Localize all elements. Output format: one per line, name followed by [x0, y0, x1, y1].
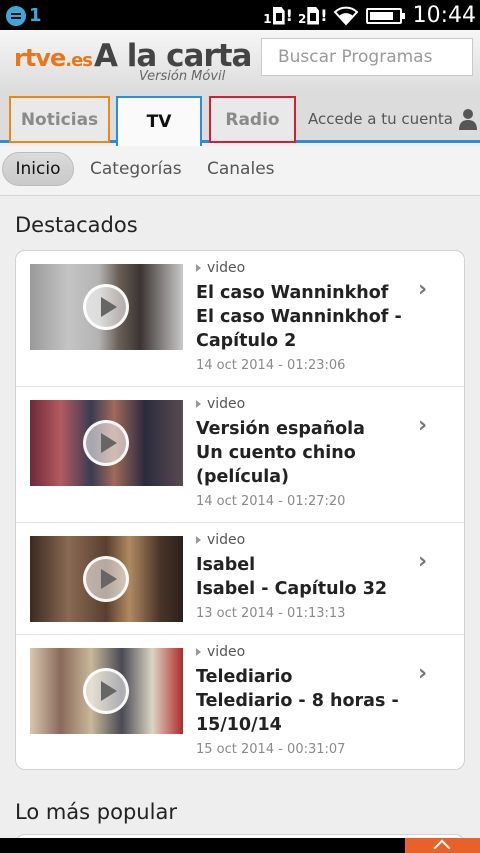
media-type: video [196, 396, 245, 412]
section-title-featured: Destacados [15, 213, 138, 237]
sub-navigation: Inicio Categorías Canales [0, 146, 480, 196]
media-type-icon [196, 648, 201, 656]
featured-list: video El caso Wanninkhof El caso Wannink… [15, 250, 465, 770]
logo-brand: rtve.es [14, 44, 93, 72]
program-name: Versión española [196, 419, 365, 439]
media-type: video [196, 644, 245, 660]
item-title: Versión española Un cuento chino (pelícu… [196, 417, 416, 489]
scroll-to-top-button[interactable] [405, 838, 480, 853]
status-icons: 1 ! 2 ! 10:44 [263, 3, 476, 28]
media-type-label: video [207, 396, 246, 412]
play-icon [83, 284, 129, 330]
media-type: video [196, 532, 245, 548]
item-title: Isabel Isabel - Capítulo 32 [196, 553, 416, 601]
sim-card-icon [307, 6, 320, 25]
media-type-icon [196, 264, 201, 272]
episode-title-cont: 15/10/14 [196, 715, 282, 735]
chevron-right-icon: › [418, 277, 428, 302]
media-type-icon [196, 400, 201, 408]
tab-noticias[interactable]: Noticias [9, 96, 110, 143]
episode-title-cont: (película) [196, 467, 290, 487]
list-item[interactable]: video Versión española Un cuento chino (… [16, 387, 464, 523]
item-date: 14 oct 2014 - 01:23:06 [196, 358, 346, 373]
tab-radio[interactable]: Radio [209, 96, 296, 143]
list-item[interactable]: video Telediario Telediario - 8 horas - … [16, 635, 464, 769]
video-thumbnail[interactable] [30, 400, 183, 486]
video-thumbnail[interactable] [30, 264, 183, 350]
notification-icon [6, 5, 26, 26]
battery-icon [365, 7, 405, 24]
user-icon [458, 109, 477, 130]
play-icon [83, 556, 129, 602]
program-name: Isabel [196, 555, 256, 575]
main-tabs: Noticias TV Radio Accede a tu cuenta [0, 92, 480, 146]
play-icon [83, 668, 129, 714]
status-bar: 1 1 ! 2 ! 10:44 [0, 0, 480, 30]
notification-area: 1 [6, 5, 42, 26]
search-input[interactable]: Buscar Programas [261, 38, 473, 76]
list-item[interactable]: video El caso Wanninkhof El caso Wannink… [16, 251, 464, 387]
clock: 10:44 [412, 3, 476, 28]
tab-tv[interactable]: TV [116, 96, 202, 146]
logo-domain: .es [65, 50, 93, 71]
app-header: rtve.es A la carta Versión Móvil Buscar … [0, 30, 480, 92]
subtab-inicio[interactable]: Inicio [2, 152, 74, 186]
wifi-icon [333, 6, 358, 25]
video-thumbnail[interactable] [30, 536, 183, 622]
subtab-canales[interactable]: Canales [207, 152, 275, 186]
media-type-label: video [207, 644, 246, 660]
episode-title: Telediario - 8 horas - [196, 691, 399, 711]
media-type-label: video [207, 532, 246, 548]
sim1-indicator: 1 ! [263, 5, 293, 26]
chevron-right-icon: › [418, 549, 428, 574]
program-name: Telediario [196, 667, 293, 687]
episode-title: El caso Wanninkhof - [196, 307, 402, 327]
media-type-label: video [207, 260, 246, 276]
item-title: Telediario Telediario - 8 horas - 15/10/… [196, 665, 416, 737]
program-name: El caso Wanninkhof [196, 283, 389, 303]
logo-brand-text: rtve [14, 44, 66, 72]
episode-title-cont: Capítulo 2 [196, 331, 297, 351]
sim1-alert: ! [285, 5, 293, 25]
episode-title: Un cuento chino [196, 443, 356, 463]
rtve-logo[interactable]: rtve.es A la carta Versión Móvil [14, 38, 254, 88]
sim2-label: 2 [297, 11, 307, 26]
video-thumbnail[interactable] [30, 648, 183, 734]
section-title-popular: Lo más popular [15, 800, 177, 824]
media-type: video [196, 260, 245, 276]
episode-title: Isabel - Capítulo 32 [196, 579, 388, 599]
sim1-label: 1 [263, 11, 272, 26]
sim2-alert: ! [320, 5, 328, 25]
logo-subtitle: Versión Móvil [139, 69, 226, 84]
item-date: 15 oct 2014 - 00:31:07 [196, 742, 346, 757]
item-date: 13 oct 2014 - 01:13:13 [196, 606, 346, 621]
play-icon [83, 420, 129, 466]
sim-card-icon [272, 6, 285, 25]
media-type-icon [196, 536, 201, 544]
account-label: Accede a tu cuenta [308, 110, 453, 128]
subtab-categorias[interactable]: Categorías [90, 152, 182, 186]
item-date: 14 oct 2014 - 01:27:20 [196, 494, 346, 509]
chevron-right-icon: › [418, 661, 428, 686]
account-link[interactable]: Accede a tu cuenta [308, 108, 477, 130]
sim2-indicator: 2 ! [297, 5, 328, 26]
list-item[interactable]: video Isabel Isabel - Capítulo 32 13 oct… [16, 523, 464, 635]
chevron-right-icon: › [418, 413, 428, 438]
notification-count: 1 [29, 5, 42, 26]
item-title: El caso Wanninkhof El caso Wanninkhof - … [196, 281, 416, 353]
